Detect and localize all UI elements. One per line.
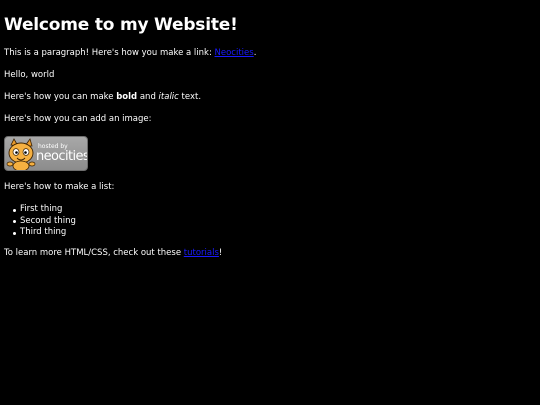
format-paragraph: Here's how you can make bold and italic … bbox=[4, 92, 536, 103]
page-title: Welcome to my Website! bbox=[4, 15, 238, 35]
list-item: Third thing bbox=[13, 227, 536, 239]
format-text: Here's how you can make bbox=[4, 92, 117, 102]
tutorials-link[interactable]: tutorials bbox=[184, 248, 219, 258]
list-item: First thing bbox=[13, 204, 536, 216]
italic-text: italic bbox=[158, 92, 179, 102]
learn-more-paragraph: To learn more HTML/CSS, check out these … bbox=[4, 248, 536, 259]
example-list: First thing Second thing Third thing bbox=[4, 204, 536, 239]
bold-text: bold bbox=[116, 92, 138, 102]
badge-brand-text: neocities bbox=[36, 149, 88, 164]
format-text-end: text. bbox=[178, 92, 202, 102]
hosted-by-neocities-badge: hosted by neocities bbox=[4, 136, 88, 171]
learn-more-text: To learn more HTML/CSS, check out these bbox=[4, 247, 184, 258]
image-container: hosted by neocities bbox=[4, 136, 536, 171]
hello-paragraph: Hello, world bbox=[4, 70, 55, 80]
image-intro-paragraph: Here's how you can add an image: bbox=[4, 114, 152, 124]
neocities-link[interactable]: Neocities bbox=[215, 48, 254, 58]
learn-more-text-end: ! bbox=[218, 247, 223, 258]
intro-paragraph: This is a paragraph! Here's how you make… bbox=[4, 48, 536, 59]
format-text-middle: and bbox=[137, 92, 159, 102]
neocities-cat-logo-icon bbox=[6, 138, 36, 170]
intro-text-end: . bbox=[253, 48, 257, 58]
intro-text: This is a paragraph! Here's how you make… bbox=[4, 48, 215, 58]
list-intro-paragraph: Here's how to make a list: bbox=[4, 182, 115, 192]
list-item: Second thing bbox=[13, 216, 536, 228]
